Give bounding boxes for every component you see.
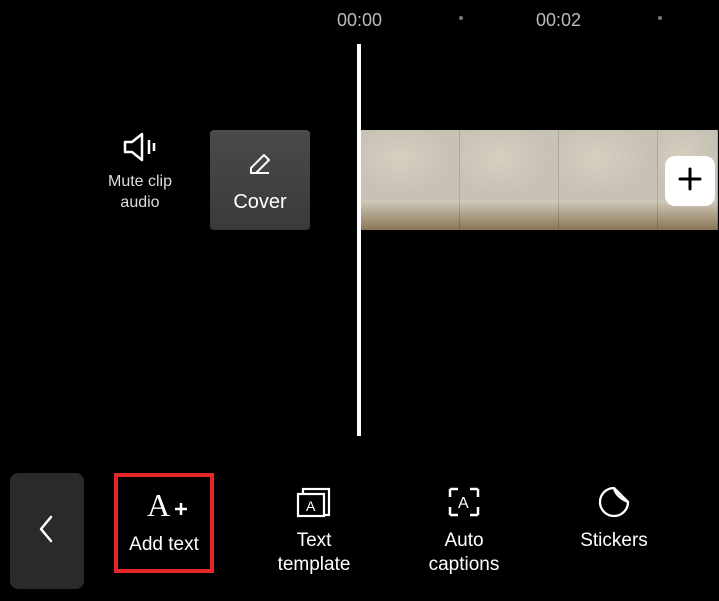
time-dot (459, 16, 463, 20)
auto-captions-label: Auto captions (429, 529, 500, 577)
bottom-toolbar: A Add text A Text template (0, 461, 719, 601)
stickers-button[interactable]: Stickers (564, 473, 664, 565)
back-button[interactable] (10, 473, 84, 589)
clip-thumbnail[interactable] (559, 130, 658, 230)
time-marker: 00:00 (337, 10, 382, 31)
chevron-left-icon (37, 513, 57, 550)
mute-label: Mute clip audio (100, 172, 180, 214)
time-dot (658, 16, 662, 20)
auto-captions-icon: A (446, 485, 482, 519)
speaker-mute-icon (122, 130, 158, 164)
svg-text:A: A (306, 498, 316, 514)
cover-label: Cover (233, 191, 286, 214)
text-template-label: Text template (278, 529, 351, 577)
pencil-icon (247, 147, 273, 181)
cover-button[interactable]: Cover (210, 130, 310, 230)
clip-thumbnail[interactable] (460, 130, 559, 230)
text-template-icon: A (294, 485, 334, 519)
plus-icon (676, 165, 704, 198)
timeline-ruler[interactable]: 00:00 00:02 (0, 0, 719, 40)
text-template-button[interactable]: A Text template (264, 473, 364, 589)
clip-thumbnail[interactable] (361, 130, 460, 230)
add-clip-button[interactable] (665, 156, 715, 206)
sticker-icon (597, 485, 631, 519)
auto-captions-button[interactable]: A Auto captions (414, 473, 514, 589)
add-text-label: Add text (129, 533, 199, 557)
stickers-label: Stickers (580, 529, 648, 553)
playhead[interactable] (357, 44, 361, 436)
add-text-icon: A (137, 489, 191, 523)
time-marker: 00:02 (536, 10, 581, 31)
svg-text:A: A (147, 489, 170, 523)
add-text-button[interactable]: A Add text (114, 473, 214, 573)
mute-clip-audio-button[interactable]: Mute clip audio (100, 130, 180, 214)
svg-text:A: A (458, 495, 469, 512)
